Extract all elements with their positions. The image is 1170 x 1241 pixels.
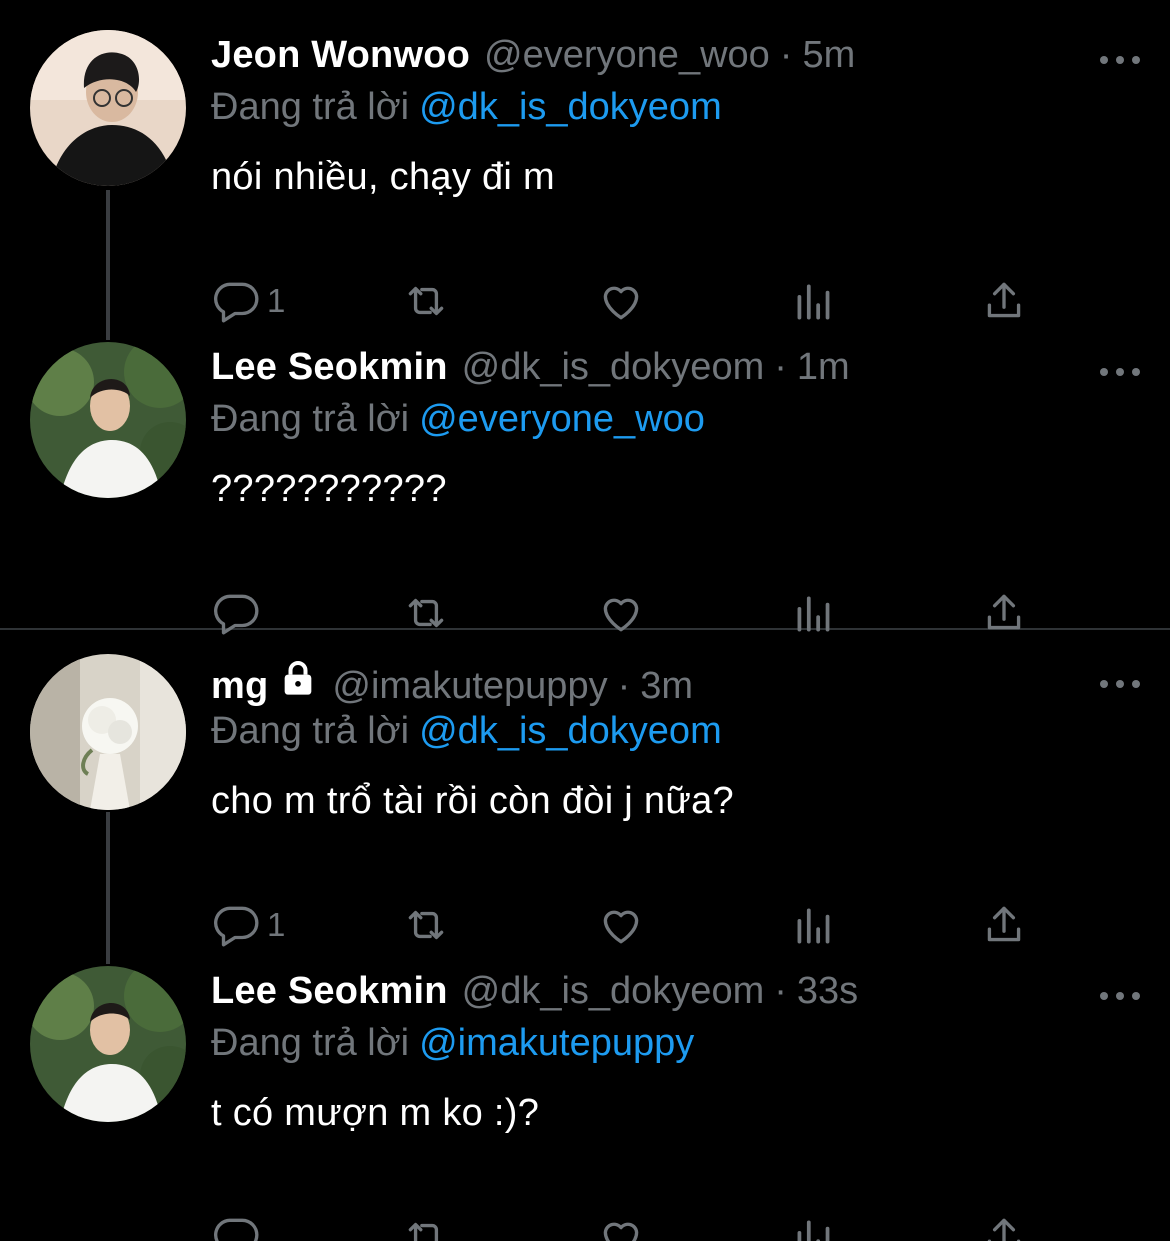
tweet-header: Jeon Wonwoo @everyone_woo · 5m — [211, 34, 855, 86]
views-icon — [797, 284, 830, 320]
display-name[interactable]: Lee Seokmin — [211, 346, 448, 389]
like-button[interactable] — [596, 272, 646, 330]
retweet-button[interactable] — [401, 1208, 451, 1241]
tweet-text: ??????????? — [211, 468, 447, 510]
replying-label: Đang trả lời — [211, 398, 410, 440]
retweet-icon — [408, 910, 444, 940]
retweet-button[interactable] — [401, 272, 451, 330]
tweet-header: Lee Seokmin @dk_is_dokyeom · 33s — [211, 970, 858, 1022]
tweet-text: cho m trổ tài rồi còn đòi j nữa? — [211, 780, 734, 822]
views-button[interactable] — [789, 584, 839, 642]
reply-button[interactable]: 1 — [211, 896, 285, 954]
reply-icon — [214, 282, 259, 323]
views-icon — [797, 596, 830, 632]
mention-link[interactable]: @imakutepuppy — [419, 1022, 694, 1064]
replying-to: Đang trả lời @imakutepuppy — [211, 1022, 694, 1065]
tweet-header: mg @imakutepuppy · 3m — [211, 658, 693, 710]
share-icon — [987, 1218, 1021, 1241]
share-icon — [987, 282, 1021, 318]
heart-icon — [603, 910, 639, 944]
like-button[interactable] — [596, 1208, 646, 1241]
retweet-icon — [408, 598, 444, 628]
replying-to: Đang trả lời @everyone_woo — [211, 398, 705, 441]
more-icon[interactable] — [1100, 986, 1140, 1006]
heart-icon — [603, 286, 639, 320]
heart-icon — [603, 1222, 639, 1241]
replying-to: Đang trả lời @dk_is_dokyeom — [211, 86, 722, 129]
display-name[interactable]: mg — [211, 665, 268, 708]
views-icon — [797, 908, 830, 944]
share-button[interactable] — [979, 584, 1029, 642]
reply-icon — [214, 1218, 259, 1241]
more-icon[interactable] — [1100, 50, 1140, 70]
reply-icon — [214, 906, 259, 947]
retweet-button[interactable] — [401, 896, 451, 954]
avatar[interactable] — [30, 654, 186, 810]
action-bar — [211, 584, 1041, 642]
reply-button[interactable] — [211, 584, 267, 642]
lock-icon — [285, 661, 312, 695]
like-button[interactable] — [596, 896, 646, 954]
user-handle[interactable]: @everyone_woo — [484, 34, 770, 77]
share-icon — [987, 594, 1021, 630]
avatar[interactable] — [30, 342, 186, 498]
user-handle[interactable]: @dk_is_dokyeom — [462, 346, 765, 389]
mention-link[interactable]: @everyone_woo — [419, 398, 705, 440]
action-bar — [211, 1208, 1041, 1241]
replying-label: Đang trả lời — [211, 710, 410, 752]
replying-to: Đang trả lời @dk_is_dokyeom — [211, 710, 722, 753]
action-bar: 1 — [211, 272, 1041, 330]
more-icon[interactable] — [1100, 674, 1140, 694]
tweet-text: nói nhiều, chạy đi m — [211, 156, 555, 198]
reply-button[interactable]: 1 — [211, 272, 285, 330]
more-icon[interactable] — [1100, 362, 1140, 382]
timestamp[interactable]: 3m — [640, 665, 693, 708]
heart-icon — [603, 598, 639, 632]
separator-dot: · — [779, 34, 793, 76]
reply-count: 1 — [267, 282, 286, 319]
reply-button[interactable] — [211, 1208, 267, 1241]
views-button[interactable] — [789, 272, 839, 330]
separator-dot: · — [774, 970, 787, 1012]
tweet-text: t có mượn m ko :)? — [211, 1092, 540, 1134]
separator-dot: · — [617, 665, 631, 707]
avatar[interactable] — [30, 966, 186, 1122]
tweet-header: Lee Seokmin @dk_is_dokyeom · 1m — [211, 346, 850, 398]
retweet-button[interactable] — [401, 584, 451, 642]
views-button[interactable] — [789, 1208, 839, 1241]
share-button[interactable] — [979, 896, 1029, 954]
reply-icon — [214, 594, 259, 635]
replying-label: Đang trả lời — [211, 86, 410, 128]
tweet[interactable]: Lee Seokmin @dk_is_dokyeom · 33s Đang tr… — [0, 966, 1170, 1241]
display-name[interactable]: Jeon Wonwoo — [211, 34, 470, 77]
like-button[interactable] — [596, 584, 646, 642]
display-name[interactable]: Lee Seokmin — [211, 970, 448, 1013]
share-button[interactable] — [979, 272, 1029, 330]
timestamp[interactable]: 33s — [797, 970, 858, 1013]
separator-dot: · — [774, 346, 787, 388]
share-button[interactable] — [979, 1208, 1029, 1241]
action-bar: 1 — [211, 896, 1041, 954]
tweet[interactable]: Lee Seokmin @dk_is_dokyeom · 1m Đang trả… — [0, 342, 1170, 636]
timestamp[interactable]: 1m — [797, 346, 850, 389]
share-icon — [987, 906, 1021, 942]
views-button[interactable] — [789, 896, 839, 954]
views-icon — [797, 1220, 830, 1241]
mention-link[interactable]: @dk_is_dokyeom — [419, 86, 722, 128]
user-handle[interactable]: @imakutepuppy — [332, 665, 607, 708]
timestamp[interactable]: 5m — [802, 34, 855, 77]
reply-count: 1 — [267, 906, 286, 943]
retweet-icon — [408, 286, 444, 316]
mention-link[interactable]: @dk_is_dokyeom — [419, 710, 722, 752]
avatar[interactable] — [30, 30, 186, 186]
tweet[interactable]: Jeon Wonwoo @everyone_woo · 5m Đang trả … — [0, 30, 1170, 324]
retweet-icon — [408, 1222, 439, 1241]
user-handle[interactable]: @dk_is_dokyeom — [462, 970, 765, 1013]
replying-label: Đang trả lời — [211, 1022, 410, 1064]
tweet[interactable]: mg @imakutepuppy · 3m Đang trả lời @dk_is… — [0, 654, 1170, 948]
